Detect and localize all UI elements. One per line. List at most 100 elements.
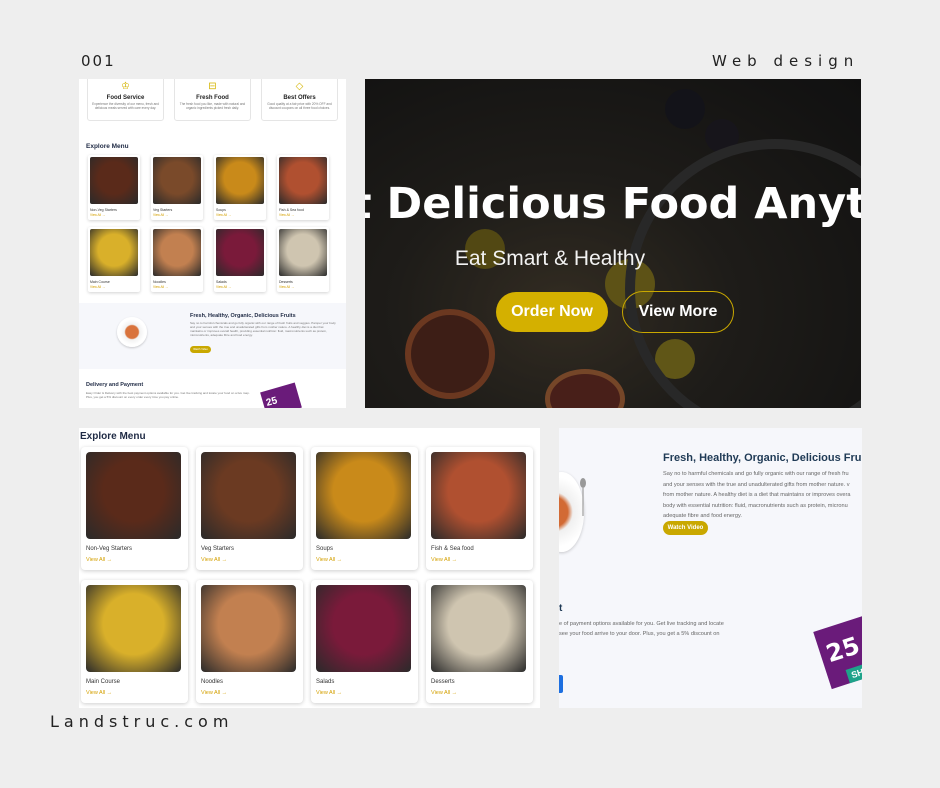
view-all-link[interactable]: View All →: [316, 557, 413, 563]
menu-card[interactable]: Fish & Sea food View All →: [277, 155, 329, 220]
hero-subtitle: Eat Smart & Healthy: [454, 247, 646, 270]
homepage-overview-panel: ♔ Food Service Experience the diversity …: [79, 79, 346, 408]
menu-card[interactable]: Desserts View All →: [277, 227, 329, 292]
watch-video-button[interactable]: Watch Video: [190, 346, 211, 353]
fruit-section: Fresh, Healthy, Organic, Delicious Fruit…: [79, 303, 346, 369]
site-url: Landstruc.com: [50, 712, 234, 731]
menu-item-image: [431, 452, 526, 539]
menu-item-image: [86, 585, 181, 672]
text-line: e of payment options available for you. …: [559, 621, 724, 627]
menu-card[interactable]: Fish & Sea food View All →: [426, 447, 533, 570]
view-all-link[interactable]: View All →: [216, 213, 264, 217]
menu-item-image: [216, 157, 264, 204]
menu-item-image: [201, 585, 296, 672]
menu-item-name: Fish & Sea food: [431, 546, 474, 552]
view-all-link[interactable]: View All →: [279, 213, 327, 217]
service-text: The fresh food you like, made with natur…: [179, 102, 246, 110]
watch-video-button[interactable]: Watch Video: [663, 521, 708, 535]
menu-card[interactable]: Non-Veg Starters View All →: [88, 155, 140, 220]
menu-card[interactable]: Desserts View All →: [426, 580, 533, 703]
menu-item-name: Fish & Sea food: [279, 208, 304, 212]
fruit-title: Fresh, Healthy, Organic, Delicious Fru: [663, 452, 862, 464]
fruit-text: Say no to harmful chemicals and go fully…: [190, 321, 336, 337]
discount-badge: 25: [260, 382, 302, 408]
view-all-link[interactable]: View All →: [90, 285, 138, 289]
menu-item-name: Non-Veg Starters: [86, 546, 133, 552]
delivery-title: Delivery and Payment: [86, 382, 144, 388]
menu-card[interactable]: Non-Veg Starters View All →: [81, 447, 188, 570]
service-text: Good quality at a fair price with 20% OF…: [267, 102, 332, 110]
menu-card[interactable]: Soups View All →: [214, 155, 266, 220]
view-more-button[interactable]: View More: [622, 291, 734, 333]
menu-item-name: Non-Veg Starters: [90, 208, 117, 212]
text-line: and your senses with the true and unadul…: [663, 481, 850, 488]
menu-card[interactable]: Main Course View All →: [88, 227, 140, 292]
text-line: adequate fibre and food energy.: [663, 513, 742, 519]
menu-item-image: [153, 229, 201, 276]
hero-panel: t Delicious Food Anyti Eat Smart & Healt…: [365, 79, 861, 408]
view-all-link[interactable]: View All →: [86, 557, 183, 563]
menu-item-name: Noodles: [201, 679, 224, 685]
menu-item-image: [431, 585, 526, 672]
explore-menu-title: Explore Menu: [86, 143, 129, 150]
text-line: from mother nature. A healthy diet is a …: [663, 492, 851, 498]
menu-item-name: Noodles: [153, 280, 166, 284]
menu-item-name: Veg Starters: [201, 546, 235, 552]
order-now-button[interactable]: Order Now: [496, 292, 608, 332]
menu-item-name: Main Course: [86, 679, 121, 685]
menu-grid: Non-Veg Starters View All → Veg Starters Vi…: [88, 155, 329, 292]
menu-card[interactable]: Soups View All →: [311, 447, 418, 570]
view-all-link[interactable]: View All →: [86, 690, 183, 696]
menu-item-name: Main Course: [90, 280, 110, 284]
tag-icon: ◇: [295, 81, 304, 92]
view-all-link[interactable]: View All →: [153, 213, 201, 217]
menu-card[interactable]: Main Course View All →: [81, 580, 188, 703]
menu-item-image: [316, 452, 411, 539]
menu-card[interactable]: Veg Starters View All →: [196, 447, 303, 570]
services-row: ♔ Food Service Experience the diversity …: [79, 79, 346, 121]
view-all-link[interactable]: View All →: [90, 213, 138, 217]
menu-item-name: Desserts: [431, 679, 455, 685]
view-all-link[interactable]: View All →: [431, 557, 528, 563]
view-all-link[interactable]: View All →: [216, 285, 264, 289]
menu-item-name: Salads: [316, 679, 335, 685]
menu-item-image: [86, 452, 181, 539]
service-card: ♔ Food Service Experience the diversity …: [87, 79, 164, 121]
menu-card[interactable]: Veg Starters View All →: [151, 155, 203, 220]
view-all-link[interactable]: View All →: [201, 690, 298, 696]
menu-item-image: [279, 157, 327, 204]
category-label: Web design: [712, 52, 860, 70]
menu-item-image: [279, 229, 327, 276]
explore-menu-panel: Explore Menu Non-Veg Starters View All → V…: [79, 428, 540, 708]
menu-item-name: Soups: [216, 208, 226, 212]
menu-item-name: Soups: [316, 546, 334, 552]
menu-item-name: Desserts: [279, 280, 293, 284]
fruit-text: Say no to harmful chemicals and go fully…: [663, 469, 862, 522]
page-number: 001: [81, 52, 116, 70]
view-all-link[interactable]: View All →: [431, 690, 528, 696]
menu-card[interactable]: Salads View All →: [214, 227, 266, 292]
menu-item-image: [201, 452, 296, 539]
view-all-link[interactable]: View All →: [153, 285, 201, 289]
hero-title: t Delicious Food Anyti: [365, 179, 861, 229]
fruit-detail-panel: Fresh, Healthy, Organic, Delicious Fru S…: [559, 428, 862, 708]
delivery-text: Easy Order & Delivery with the best paym…: [86, 391, 250, 399]
spoon-icon: [580, 478, 586, 516]
menu-item-image: [90, 157, 138, 204]
view-all-link[interactable]: View All →: [279, 285, 327, 289]
menu-item-image: [216, 229, 264, 276]
delivery-text: e of payment options available for you. …: [559, 619, 724, 639]
text-line: see your food arrive to your door. Plus,…: [559, 631, 720, 637]
view-all-link[interactable]: View All →: [316, 690, 413, 696]
view-all-link[interactable]: View All →: [201, 557, 298, 563]
app-store-button[interactable]: [559, 675, 563, 693]
menu-item-name: Salads: [216, 280, 227, 284]
delivery-title: t: [559, 603, 563, 614]
menu-card[interactable]: Noodles View All →: [196, 580, 303, 703]
menu-item-image: [153, 157, 201, 204]
menu-card[interactable]: Noodles View All →: [151, 227, 203, 292]
basket-icon: ⊟: [208, 81, 217, 92]
fruit-title: Fresh, Healthy, Organic, Delicious Fruit…: [190, 313, 296, 319]
menu-card[interactable]: Salads View All →: [311, 580, 418, 703]
service-card: ◇ Best Offers Good quality at a fair pri…: [261, 79, 338, 121]
